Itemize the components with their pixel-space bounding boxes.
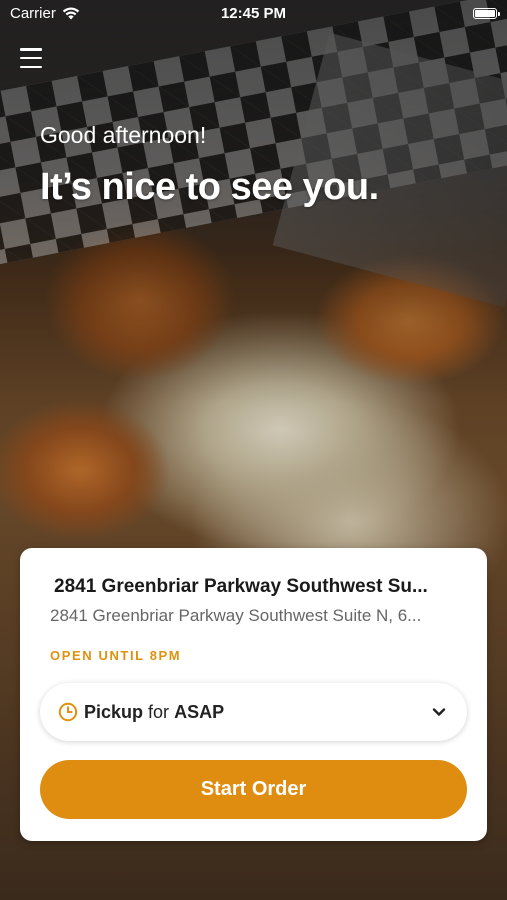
- location-card: 2841 Greenbriar Parkway Southwest Su... …: [20, 548, 487, 841]
- status-bar: Carrier 12:45 PM: [0, 0, 507, 28]
- order-mode-text: Pickup for ASAP: [84, 702, 431, 723]
- order-mode: Pickup: [84, 701, 144, 722]
- hamburger-menu-icon[interactable]: [20, 48, 42, 68]
- order-time: ASAP: [174, 701, 225, 722]
- clock-icon: [58, 702, 78, 722]
- chevron-down-icon: [432, 708, 446, 716]
- menu-line: [20, 65, 42, 68]
- battery-icon: [473, 8, 500, 19]
- headline-text: It’s nice to see you.: [40, 166, 379, 208]
- status-time: 12:45 PM: [220, 5, 287, 22]
- menu-line: [20, 56, 42, 60]
- menu-line: [20, 48, 42, 51]
- hours-status: OPEN UNTIL 8PM: [50, 648, 182, 663]
- start-order-button[interactable]: Start Order: [40, 760, 467, 819]
- order-mode-selector[interactable]: Pickup for ASAP: [40, 683, 467, 741]
- greeting-text: Good afternoon!: [40, 122, 207, 148]
- location-address: 2841 Greenbriar Parkway Southwest Suite …: [50, 606, 422, 625]
- location-name[interactable]: 2841 Greenbriar Parkway Southwest Su...: [54, 576, 454, 598]
- order-mode-connector: for: [148, 701, 170, 722]
